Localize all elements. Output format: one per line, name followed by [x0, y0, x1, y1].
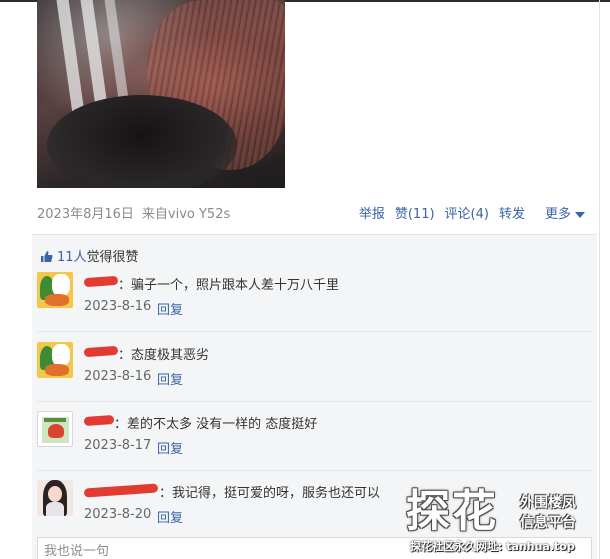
comment-date: 2023-8-20	[84, 507, 152, 522]
avatar-detail	[52, 274, 70, 296]
redacted-username	[83, 414, 115, 427]
divider	[37, 470, 592, 471]
thumbs-up-icon	[41, 251, 53, 262]
like-link[interactable]: 赞(11)	[395, 207, 435, 222]
watermark-line1: 外围楼凤	[520, 495, 576, 511]
comment-link[interactable]: 评论(4)	[445, 207, 489, 222]
redacted-username	[83, 345, 119, 358]
watermark-url: 探花社区永久网址: tanhua.top	[410, 540, 575, 553]
more-dropdown[interactable]: 更多	[535, 207, 585, 222]
watermark-logo: 探花	[406, 486, 498, 537]
post-actions: 举报 赞(11) 评论(4) 转发 更多	[349, 203, 585, 222]
comment-item: ：骗子一个，照片跟本人差十万八千里 2023-8-16 回复	[32, 272, 597, 332]
chevron-down-icon	[575, 211, 585, 218]
avatar-detail	[44, 418, 66, 422]
redacted-username	[83, 275, 119, 288]
post-photo[interactable]	[37, 0, 285, 188]
reply-link[interactable]: 回复	[157, 299, 183, 318]
comment-text: ：我记得，挺可爱的呀，服务也还可以	[159, 486, 381, 501]
likes-count: 11人	[57, 250, 87, 265]
watermark: 探花 外围楼凤 信息平台 探花社区永久网址: tanhua.top	[406, 488, 600, 559]
comment-item: ：态度极其恶劣 2023-8-16 回复	[32, 342, 597, 402]
comment-date: 2023-8-17	[84, 438, 152, 453]
avatar-detail	[52, 344, 70, 366]
reply-link[interactable]: 回复	[157, 438, 183, 457]
more-label: 更多	[544, 207, 571, 222]
post-meta: 2023年8月16日 来自vivo Y52s 举报 赞(11) 评论(4) 转发 更多	[37, 203, 597, 223]
avatar[interactable]	[37, 411, 73, 447]
avatar-detail	[45, 364, 69, 376]
comment-text: ：骗子一个，照片跟本人差十万八千里	[118, 278, 340, 293]
comment-date: 2023-8-16	[84, 299, 152, 314]
reply-link[interactable]: 回复	[157, 507, 183, 526]
post-info: 2023年8月16日 来自vivo Y52s	[37, 203, 230, 222]
forward-link[interactable]: 转发	[499, 207, 525, 222]
avatar-detail	[45, 294, 69, 306]
right-border	[599, 0, 600, 559]
divider	[37, 401, 592, 402]
photo-detail	[47, 95, 237, 188]
avatar-detail	[48, 424, 64, 438]
avatar[interactable]	[37, 342, 73, 378]
likes-suffix: 觉得很赞	[86, 250, 139, 265]
avatar[interactable]	[37, 480, 73, 516]
post-date: 2023年8月16日	[37, 207, 134, 222]
comment-date: 2023-8-16	[84, 369, 152, 384]
avatar-detail	[48, 486, 62, 502]
report-link[interactable]: 举报	[359, 207, 385, 222]
comment-text: ：态度极其恶劣	[118, 348, 210, 363]
avatar[interactable]	[37, 272, 73, 308]
divider	[37, 331, 592, 332]
likes-summary[interactable]: 11人觉得很赞	[40, 246, 139, 265]
avatar-detail	[46, 502, 64, 516]
comment-text: ：差的不太多 没有一样的 态度挺好	[114, 417, 318, 432]
watermark-line2: 信息平台	[520, 515, 576, 531]
redacted-username	[83, 483, 159, 498]
reply-link[interactable]: 回复	[157, 369, 183, 388]
post-source: 来自vivo Y52s	[141, 207, 231, 222]
comment-item: ：差的不太多 没有一样的 态度挺好 2023-8-17 回复	[32, 411, 597, 471]
